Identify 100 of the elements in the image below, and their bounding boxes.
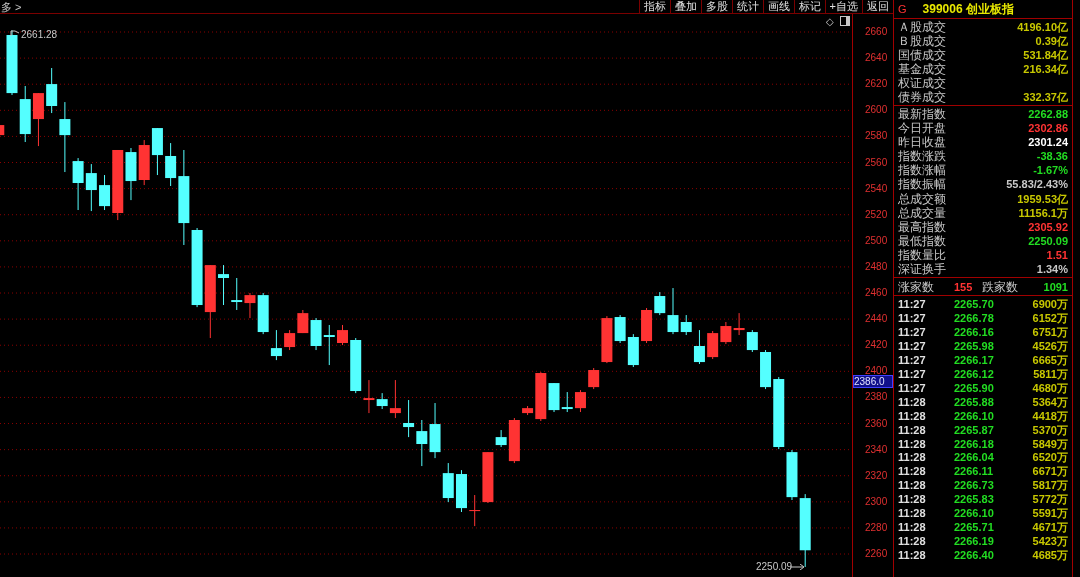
tick-volume: 5423万 xyxy=(1032,534,1068,548)
stat-label: 最新指数 xyxy=(898,107,946,122)
candlestick xyxy=(244,292,256,319)
tick-volume: 4671万 xyxy=(1032,520,1068,535)
tick-volume: 6520万 xyxy=(1032,450,1068,465)
toolbar-button[interactable]: 叠加 xyxy=(669,0,701,13)
axis-label: 2260 xyxy=(865,548,888,560)
axis-label: 2600 xyxy=(865,104,888,117)
decliners-label: 跌家数 xyxy=(982,279,1019,294)
tick-time: 11:28 xyxy=(898,548,927,562)
tick-time: 11:28 xyxy=(898,408,927,423)
candlestick xyxy=(733,312,745,336)
stat-value: 1959.53亿 xyxy=(1017,191,1068,206)
candlestick xyxy=(495,429,507,448)
axis-label: 2420 xyxy=(865,339,888,352)
axis-label: 2320 xyxy=(865,469,888,482)
axis-label: 2300 xyxy=(865,495,888,508)
tick-price: 2265.98 xyxy=(954,338,994,353)
tick-time: 11:28 xyxy=(898,450,927,465)
toolbar-button[interactable]: 返回 xyxy=(862,0,893,13)
candlestick xyxy=(680,314,692,336)
axis-label: 2440 xyxy=(865,313,888,326)
tick-price: 2266.10 xyxy=(954,408,994,423)
toolbar-button[interactable]: 标记 xyxy=(793,0,825,13)
cursor-price-label: 2386.0 xyxy=(853,375,893,388)
tick-price: 2265.83 xyxy=(954,492,994,507)
stat-label: Ａ股成交 xyxy=(898,20,946,34)
axis-label: 2640 xyxy=(865,52,888,65)
stat-label: 深证换手 xyxy=(898,262,946,277)
candlestick xyxy=(588,367,600,390)
tick-volume: 5591万 xyxy=(1032,506,1068,521)
arrow-icon xyxy=(790,564,805,570)
tick-volume: 6152万 xyxy=(1032,311,1068,325)
tick-price: 2266.12 xyxy=(954,366,994,381)
stat-label: 债券成交 xyxy=(898,90,946,104)
candlestick xyxy=(667,287,679,335)
candlestick xyxy=(337,324,348,346)
axis-label: 2280 xyxy=(865,521,888,534)
stat-value: 2262.88 xyxy=(1028,107,1068,122)
window-icon[interactable] xyxy=(840,16,850,26)
tick-price: 2265.70 xyxy=(954,297,994,312)
candlestick xyxy=(693,329,705,365)
candlestick xyxy=(231,277,243,311)
axis-label: 2660 xyxy=(865,26,888,38)
candlestick xyxy=(284,329,296,351)
axis-label: 2540 xyxy=(865,182,888,195)
stat-value: 2250.09 xyxy=(1028,233,1068,248)
candlestick xyxy=(85,163,97,212)
candlestick xyxy=(59,101,71,173)
tick-time: 11:28 xyxy=(898,436,927,451)
stat-label: 指数涨跌 xyxy=(898,149,946,164)
tick-price: 2265.88 xyxy=(954,394,994,409)
stat-label: 权证成交 xyxy=(898,76,946,90)
tick-time: 11:27 xyxy=(898,311,927,325)
stat-value: 55.83/2.43% xyxy=(1006,177,1068,192)
stat-value: 332.37亿 xyxy=(1023,90,1068,104)
tick-time: 11:28 xyxy=(898,520,927,535)
tick-time: 11:27 xyxy=(898,380,927,395)
toolbar-button[interactable]: 统计 xyxy=(731,0,763,13)
more-menu[interactable]: 多 > xyxy=(0,0,22,14)
stat-value: -1.67% xyxy=(1033,163,1068,178)
axis-label: 2480 xyxy=(865,260,888,273)
candlestick xyxy=(389,379,401,419)
stat-label: 今日开盘 xyxy=(898,121,946,136)
tick-price: 2266.40 xyxy=(954,548,994,562)
toolbar-button[interactable]: 多股 xyxy=(700,0,732,13)
tick-price: 2266.18 xyxy=(954,436,994,451)
tick-volume: 5772万 xyxy=(1032,492,1068,507)
tick-time: 11:28 xyxy=(898,478,927,493)
candlestick xyxy=(46,67,58,114)
diamond-icon[interactable]: ◇ xyxy=(826,15,834,29)
candlestick xyxy=(746,329,758,353)
tick-time: 11:28 xyxy=(898,492,927,507)
tick-time: 11:27 xyxy=(898,338,927,353)
flag-icon xyxy=(10,30,20,36)
axis-label: 2380 xyxy=(865,391,888,404)
axis-label: 2460 xyxy=(865,287,888,299)
candlestick xyxy=(72,157,84,211)
candlestick xyxy=(403,399,415,438)
axis-label: 2500 xyxy=(865,234,888,247)
stat-value: 0.39亿 xyxy=(1035,34,1068,48)
toolbar-button[interactable]: 指标 xyxy=(638,0,670,13)
candlestick xyxy=(416,419,428,467)
axis-label: 2520 xyxy=(865,208,888,221)
toolbar-button[interactable]: 画线 xyxy=(762,0,794,13)
tick-volume: 6751万 xyxy=(1032,325,1068,339)
axis-label: 2360 xyxy=(865,417,888,430)
tick-price: 2266.78 xyxy=(954,311,994,325)
stat-label: 国债成交 xyxy=(898,48,946,62)
stat-label: 昨日收盘 xyxy=(898,135,946,150)
tick-volume: 6900万 xyxy=(1032,297,1068,312)
candlestick xyxy=(469,494,481,527)
axis-label: 2580 xyxy=(865,130,888,143)
tick-price: 2266.16 xyxy=(954,325,994,339)
stat-value: 2301.24 xyxy=(1028,135,1068,150)
tick-volume: 4418万 xyxy=(1032,408,1068,423)
toolbar-button[interactable]: +自选 xyxy=(824,0,862,13)
tick-volume: 4680万 xyxy=(1032,380,1068,395)
axis-label: 2620 xyxy=(865,78,888,91)
candlestick xyxy=(218,264,230,306)
